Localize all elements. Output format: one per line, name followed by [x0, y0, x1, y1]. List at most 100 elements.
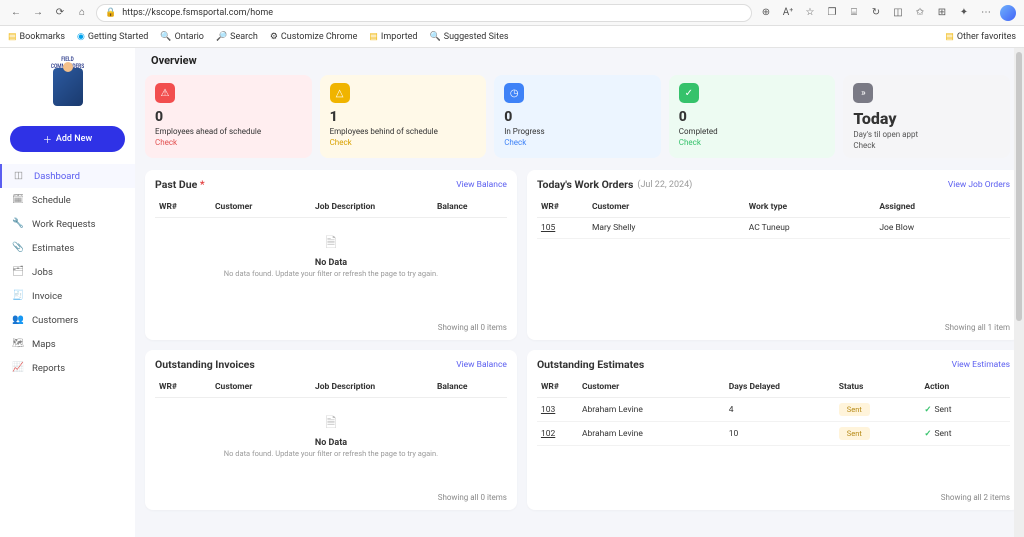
- wr-link[interactable]: 103: [541, 405, 555, 415]
- logo-figure-icon: [53, 68, 83, 106]
- briefcase-icon: 🗂: [12, 266, 24, 278]
- clip-icon: 📎: [12, 242, 24, 254]
- file-icon: 🗎: [325, 412, 336, 436]
- collections-icon[interactable]: ⊞: [934, 5, 950, 21]
- table-header: WR# Customer Days Delayed Status Action: [537, 377, 1010, 398]
- more-icon[interactable]: ⋯: [978, 5, 994, 21]
- panel-footer: Showing all 0 items: [155, 317, 507, 332]
- lock-icon: 🔒: [105, 8, 116, 18]
- page-scrollbar[interactable]: [1014, 48, 1024, 537]
- calendar-icon: 🗓: [12, 194, 24, 206]
- panel-footer: Showing all 0 items: [155, 487, 507, 502]
- sidebar-item-estimates[interactable]: 📎Estimates: [0, 236, 135, 260]
- view-estimates-link[interactable]: View Estimates: [952, 360, 1010, 370]
- url-bar[interactable]: 🔒 https://kscope.fsmsportal.com/home: [96, 4, 752, 22]
- clock-icon: ◷: [504, 83, 524, 103]
- panel-outstanding-invoices: Outstanding Invoices View Balance WR# Cu…: [145, 350, 517, 510]
- logo[interactable]: FIELD COMMANDERS: [0, 54, 135, 116]
- overview-row: ⚠ 0 Employees ahead of schedule Check △ …: [145, 75, 1010, 158]
- favorites-icon[interactable]: ✩: [912, 5, 928, 21]
- panel-footer: Showing all 1 item: [537, 317, 1010, 332]
- add-new-button[interactable]: ＋ Add New: [10, 126, 125, 152]
- checkmark-icon: ✓: [679, 83, 699, 103]
- panel-title: Past Due *: [155, 178, 205, 191]
- sidebar-item-schedule[interactable]: 🗓Schedule: [0, 188, 135, 212]
- users-icon: 👥: [12, 314, 24, 326]
- star-icon[interactable]: ☆: [802, 5, 818, 21]
- split-icon[interactable]: ◫: [890, 5, 906, 21]
- overview-card-inprogress[interactable]: ◷ 0 In Progress Check: [494, 75, 661, 158]
- wr-link[interactable]: 105: [541, 223, 555, 233]
- action-sent: ✓Sent: [924, 429, 1010, 439]
- table-header: WR# Customer Work type Assigned: [537, 197, 1010, 218]
- app-root: FIELD COMMANDERS ＋ Add New ◫Dashboard 🗓S…: [0, 48, 1024, 537]
- bookmark-item[interactable]: 🔍Suggested Sites: [430, 32, 509, 42]
- bookmarks-bar: ▤Bookmarks ◉Getting Started 🔍Ontario 🔎Se…: [0, 26, 1024, 48]
- panel-past-due: Past Due * View Balance WR# Customer Job…: [145, 170, 517, 340]
- check-link[interactable]: Check: [155, 138, 302, 147]
- sidebar-item-invoice[interactable]: 🧾Invoice: [0, 284, 135, 308]
- table-row[interactable]: 105 Mary Shelly AC Tuneup Joe Blow: [537, 218, 1010, 239]
- panel-outstanding-estimates: Outstanding Estimates View Estimates WR#…: [527, 350, 1020, 510]
- overview-card-behind[interactable]: △ 1 Employees behind of schedule Check: [320, 75, 487, 158]
- sidebar-item-customers[interactable]: 👥Customers: [0, 308, 135, 332]
- read-aloud-icon[interactable]: A⁺: [780, 5, 796, 21]
- other-favorites[interactable]: ▤Other favorites: [945, 32, 1016, 42]
- overview-card-ahead[interactable]: ⚠ 0 Employees ahead of schedule Check: [145, 75, 312, 158]
- map-icon: 🗺: [12, 338, 24, 350]
- bookmark-item[interactable]: ⚙Customize Chrome: [270, 32, 358, 42]
- status-badge: Sent: [839, 403, 870, 416]
- bookmark-item[interactable]: ▤Imported: [369, 32, 417, 42]
- panel-subtitle: (Jul 22, 2024): [637, 180, 692, 190]
- panel-title: Outstanding Estimates: [537, 358, 644, 371]
- url-text: https://kscope.fsmsportal.com/home: [122, 8, 273, 18]
- table-row[interactable]: 102 Abraham Levine 10 Sent ✓Sent: [537, 422, 1010, 446]
- warning-icon: △: [330, 83, 350, 103]
- check-link[interactable]: Check: [504, 138, 651, 147]
- forward-icon: »: [853, 83, 873, 103]
- sidebar-item-reports[interactable]: 📈Reports: [0, 356, 135, 380]
- check-link[interactable]: Check: [679, 138, 826, 147]
- zoom-icon[interactable]: ⊕: [758, 5, 774, 21]
- panel-footer: Showing all 2 items: [537, 487, 1010, 502]
- view-balance-link[interactable]: View Balance: [456, 180, 507, 190]
- view-balance-link[interactable]: View Balance: [456, 360, 507, 370]
- sidebar-item-work-requests[interactable]: 🔧Work Requests: [0, 212, 135, 236]
- sidebar-item-dashboard[interactable]: ◫Dashboard: [0, 164, 135, 188]
- check-link[interactable]: Check: [853, 141, 1000, 150]
- overview-card-completed[interactable]: ✓ 0 Completed Check: [669, 75, 836, 158]
- extensions-icon[interactable]: ❐: [824, 5, 840, 21]
- sidebar-item-maps[interactable]: 🗺Maps: [0, 332, 135, 356]
- wr-link[interactable]: 102: [541, 429, 555, 439]
- bookmark-item[interactable]: ◉Getting Started: [77, 32, 148, 42]
- profile-avatar[interactable]: [1000, 5, 1016, 21]
- overview-card-today[interactable]: » Today Day's til open appt Check: [843, 75, 1010, 158]
- panel-todays-work-orders: Today's Work Orders (Jul 22, 2024) View …: [527, 170, 1020, 340]
- no-data: 🗎 No Data No data found. Update your fil…: [155, 398, 507, 464]
- shopping-icon[interactable]: ⌸: [846, 5, 862, 21]
- table-row[interactable]: 103 Abraham Levine 4 Sent ✓Sent: [537, 398, 1010, 422]
- panel-title: Today's Work Orders: [537, 178, 633, 191]
- bookmark-item[interactable]: ▤Bookmarks: [8, 32, 65, 42]
- ext2-icon[interactable]: ✦: [956, 5, 972, 21]
- panel-title: Outstanding Invoices: [155, 358, 255, 371]
- view-job-orders-link[interactable]: View Job Orders: [948, 180, 1010, 190]
- scrollbar-thumb[interactable]: [1016, 52, 1022, 321]
- overview-title: Overview: [151, 54, 1010, 67]
- bookmark-item[interactable]: 🔍Ontario: [160, 32, 204, 42]
- bookmark-item[interactable]: 🔎Search: [216, 32, 258, 42]
- table-header: WR# Customer Job Description Balance: [155, 377, 507, 398]
- status-badge: Sent: [839, 427, 870, 440]
- refresh-icon[interactable]: ⟳: [52, 5, 68, 21]
- sidebar: FIELD COMMANDERS ＋ Add New ◫Dashboard 🗓S…: [0, 48, 135, 537]
- nav-list: ◫Dashboard 🗓Schedule 🔧Work Requests 📎Est…: [0, 164, 135, 380]
- panels-grid: Past Due * View Balance WR# Customer Job…: [145, 170, 1010, 510]
- home-icon[interactable]: ⌂: [74, 5, 90, 21]
- back-icon[interactable]: ←: [8, 5, 24, 21]
- forward-icon[interactable]: →: [30, 5, 46, 21]
- check-link[interactable]: Check: [330, 138, 477, 147]
- action-sent: ✓Sent: [924, 405, 1010, 415]
- table-header: WR# Customer Job Description Balance: [155, 197, 507, 218]
- sidebar-item-jobs[interactable]: 🗂Jobs: [0, 260, 135, 284]
- refresh-ext-icon[interactable]: ↻: [868, 5, 884, 21]
